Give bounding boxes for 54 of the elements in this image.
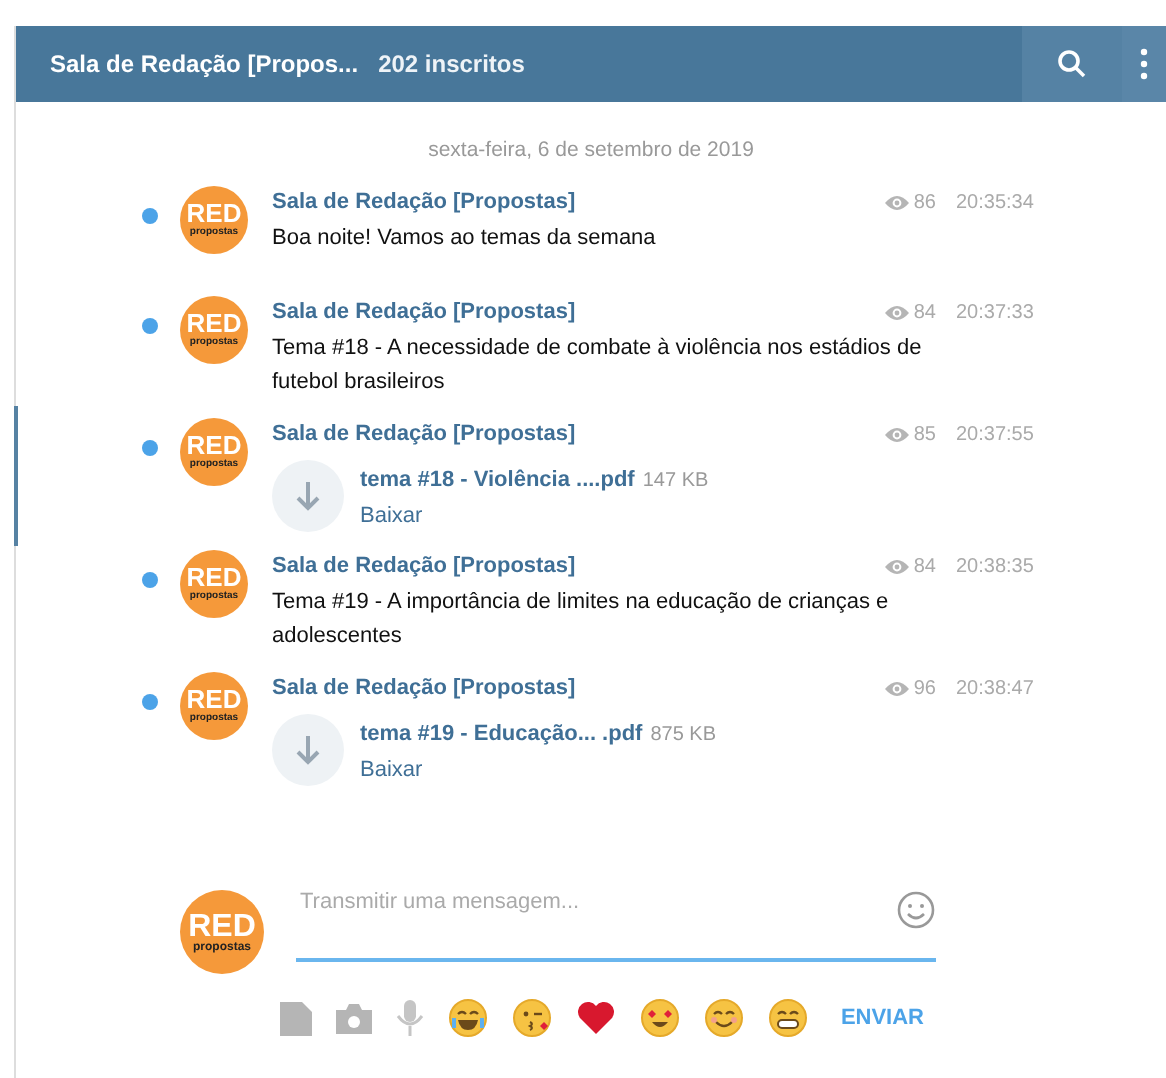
- download-arrow-icon: [296, 734, 320, 766]
- message-time: 20:37:55: [956, 423, 1028, 445]
- logo-text: RED: [186, 312, 242, 336]
- logo-text: RED: [186, 202, 242, 226]
- message-text: Boa noite! Vamos ao temas da semana: [272, 224, 658, 254]
- message-text: Tema #18 - A necessidade de combate à violência nos estádios de futebol brasileiros: [272, 334, 924, 398]
- smiling-face-icon[interactable]: [704, 998, 744, 1038]
- send-button[interactable]: ENVIAR: [840, 1006, 924, 1030]
- sender-name[interactable]: Sala de Redação [Propostas]: [272, 300, 576, 324]
- message-time: 20:38:35: [956, 555, 1028, 577]
- logo-text: RED: [186, 688, 242, 712]
- smiley-icon[interactable]: [896, 890, 936, 930]
- download-link[interactable]: Baixar: [360, 504, 423, 528]
- download-arrow-icon: [296, 480, 320, 512]
- eye-icon: [883, 193, 910, 211]
- logo-text: RED: [186, 566, 242, 590]
- kissing-face-icon[interactable]: [512, 998, 552, 1038]
- channel-title[interactable]: Sala de Redação [Propos...: [16, 50, 359, 78]
- file-size: 147 KB: [642, 470, 709, 492]
- view-count: 86: [913, 191, 936, 213]
- eye-icon: [883, 557, 910, 575]
- file-name: tema #19 - Educação... .pdf: [360, 722, 643, 746]
- eye-icon: [883, 425, 910, 443]
- subscriber-count: 202 inscritos: [378, 50, 525, 78]
- search-icon: [1058, 50, 1086, 78]
- download-button[interactable]: [272, 714, 344, 786]
- grinning-face-icon[interactable]: [768, 998, 808, 1038]
- view-count: 84: [913, 555, 936, 577]
- more-icon: [1140, 48, 1148, 80]
- search-button[interactable]: [1022, 26, 1122, 102]
- download-button[interactable]: [272, 460, 344, 532]
- message-field[interactable]: Transmitir uma mensagem...: [296, 878, 936, 962]
- sender-name[interactable]: Sala de Redação [Propostas]: [272, 676, 576, 700]
- download-link[interactable]: Baixar: [360, 758, 423, 782]
- sender-name[interactable]: Sala de Redação [Propostas]: [272, 554, 576, 578]
- message-text: Tema #19 - A importância de limites na educação de crianças e adolescentes: [272, 588, 891, 652]
- more-button[interactable]: [1122, 26, 1166, 102]
- file-name: tema #18 - Violência ....pdf: [360, 468, 635, 492]
- laughing-face-icon[interactable]: [448, 998, 488, 1038]
- eye-icon: [883, 679, 910, 697]
- sender-name[interactable]: Sala de Redação [Propostas]: [272, 190, 576, 214]
- message-time: 20:37:33: [956, 301, 1028, 323]
- heart-icon[interactable]: [576, 1000, 616, 1036]
- view-count: 84: [913, 301, 936, 323]
- heart-eyes-face-icon[interactable]: [640, 998, 680, 1038]
- logo-text: RED: [186, 434, 242, 458]
- date-separator: sexta-feira, 6 de setembro de 2019: [428, 138, 754, 162]
- view-count: 85: [913, 423, 936, 445]
- file-size: 875 KB: [650, 724, 717, 746]
- eye-icon: [883, 303, 910, 321]
- sender-name[interactable]: Sala de Redação [Propostas]: [272, 422, 576, 446]
- message-time: 20:38:47: [956, 677, 1028, 699]
- view-count: 96: [913, 677, 936, 699]
- logo-text: RED: [188, 911, 256, 941]
